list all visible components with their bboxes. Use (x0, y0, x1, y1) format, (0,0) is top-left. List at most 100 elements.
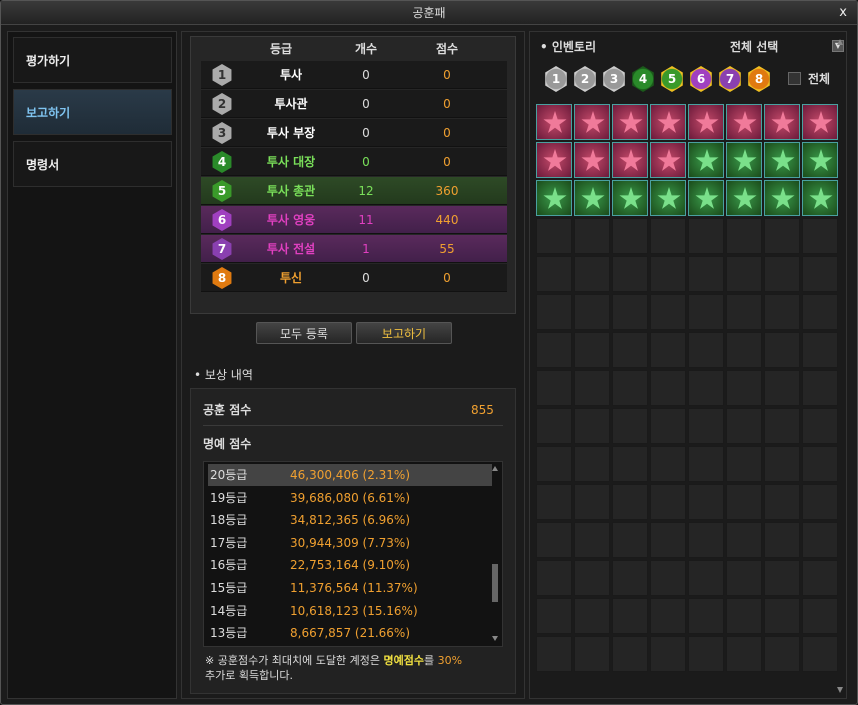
inventory-slot[interactable] (688, 598, 724, 634)
rank-list-item[interactable]: 16등급 22,753,164 (9.10%) (208, 554, 492, 576)
inventory-slot[interactable] (574, 560, 610, 596)
inventory-slot[interactable] (650, 142, 686, 178)
inventory-slot[interactable] (536, 446, 572, 482)
register-all-button[interactable]: 모두 등록 (256, 322, 352, 344)
inventory-slot[interactable] (650, 408, 686, 444)
inventory-slot[interactable] (802, 180, 838, 216)
inventory-slot[interactable] (536, 484, 572, 520)
inventory-slot[interactable] (536, 218, 572, 254)
filter-grade-4-icon[interactable]: 4 (632, 66, 654, 92)
rank-list-item[interactable]: 17등급 30,944,309 (7.73%) (208, 532, 492, 554)
inventory-slot[interactable] (574, 484, 610, 520)
inventory-slot[interactable] (612, 522, 648, 558)
inventory-slot[interactable] (574, 446, 610, 482)
inventory-slot[interactable] (612, 332, 648, 368)
inventory-slot[interactable] (726, 142, 762, 178)
inventory-slot[interactable] (536, 180, 572, 216)
inventory-slot[interactable] (688, 256, 724, 292)
filter-grade-6-icon[interactable]: 6 (690, 66, 712, 92)
rank-list-item[interactable]: 14등급 10,618,123 (15.16%) (208, 600, 492, 622)
inventory-slot[interactable] (612, 180, 648, 216)
inventory-slot[interactable] (650, 180, 686, 216)
inventory-slot[interactable] (612, 104, 648, 140)
inventory-slot[interactable] (574, 370, 610, 406)
inventory-slot[interactable] (574, 218, 610, 254)
inventory-slot[interactable] (726, 370, 762, 406)
inventory-slot[interactable] (650, 332, 686, 368)
inventory-slot[interactable] (688, 142, 724, 178)
rank-list-item[interactable]: 13등급 8,667,857 (21.66%) (208, 622, 492, 644)
inventory-slot[interactable] (764, 180, 800, 216)
inventory-slot[interactable] (574, 104, 610, 140)
inventory-slot[interactable] (612, 256, 648, 292)
inventory-slot[interactable] (802, 598, 838, 634)
inventory-slot[interactable] (612, 370, 648, 406)
inventory-slot[interactable] (726, 598, 762, 634)
inventory-slot[interactable] (764, 522, 800, 558)
rank-list-item[interactable]: 18등급 34,812,365 (6.96%) (208, 509, 492, 531)
inventory-slot[interactable] (612, 636, 648, 672)
inventory-slot[interactable] (574, 256, 610, 292)
inventory-slot[interactable] (574, 636, 610, 672)
nav-report[interactable]: 보고하기 (13, 89, 172, 135)
filter-grade-5-icon[interactable]: 5 (661, 66, 683, 92)
inventory-slot[interactable] (726, 484, 762, 520)
inventory-slot[interactable] (536, 560, 572, 596)
inventory-slot[interactable] (612, 560, 648, 596)
inventory-slot[interactable] (612, 484, 648, 520)
list-scrollbar[interactable] (490, 464, 500, 644)
honor-rank-list[interactable]: 20등급 46,300,406 (2.31%) 19등급 39,686,080 (6.… (203, 461, 503, 647)
inventory-slot[interactable] (612, 408, 648, 444)
inventory-slot[interactable] (802, 636, 838, 672)
inventory-slot[interactable] (574, 332, 610, 368)
inventory-slot[interactable] (650, 636, 686, 672)
inventory-slot[interactable] (650, 446, 686, 482)
inventory-slot[interactable] (688, 484, 724, 520)
inventory-slot[interactable] (802, 370, 838, 406)
select-all-dropdown[interactable]: 전체 선택 (730, 38, 778, 55)
filter-grade-2-icon[interactable]: 2 (574, 66, 596, 92)
inventory-slot[interactable] (536, 142, 572, 178)
inventory-slot[interactable] (574, 408, 610, 444)
inventory-slot[interactable] (536, 370, 572, 406)
nav-orders[interactable]: 명령서 (13, 141, 172, 187)
inventory-slot[interactable] (650, 484, 686, 520)
inventory-slot[interactable] (764, 142, 800, 178)
inventory-slot[interactable] (764, 598, 800, 634)
inventory-slot[interactable] (726, 636, 762, 672)
inventory-slot[interactable] (802, 408, 838, 444)
filter-grade-3-icon[interactable]: 3 (603, 66, 625, 92)
inventory-slot[interactable] (688, 522, 724, 558)
inventory-slot[interactable] (764, 408, 800, 444)
inventory-slot[interactable] (574, 294, 610, 330)
inventory-slot[interactable] (612, 598, 648, 634)
inventory-slot[interactable] (726, 180, 762, 216)
inventory-slot[interactable] (726, 332, 762, 368)
inventory-slot[interactable] (802, 294, 838, 330)
inventory-slot[interactable] (536, 256, 572, 292)
inventory-slot[interactable] (802, 484, 838, 520)
inventory-slot[interactable] (688, 636, 724, 672)
inventory-slot[interactable] (764, 256, 800, 292)
inventory-slot[interactable] (764, 484, 800, 520)
inventory-scrollbar[interactable] (835, 37, 845, 697)
inventory-slot[interactable] (536, 598, 572, 634)
inventory-slot[interactable] (650, 598, 686, 634)
inventory-slot[interactable] (726, 522, 762, 558)
inventory-slot[interactable] (688, 332, 724, 368)
inventory-slot[interactable] (574, 522, 610, 558)
inventory-slot[interactable] (688, 218, 724, 254)
inventory-slot[interactable] (726, 218, 762, 254)
inventory-slot[interactable] (650, 370, 686, 406)
inventory-slot[interactable] (726, 560, 762, 596)
inventory-slot[interactable] (802, 446, 838, 482)
rank-list-item[interactable]: 20등급 46,300,406 (2.31%) (208, 464, 492, 486)
inventory-slot[interactable] (764, 636, 800, 672)
inventory-slot[interactable] (764, 294, 800, 330)
filter-grade-1-icon[interactable]: 1 (545, 66, 567, 92)
inventory-slot[interactable] (726, 256, 762, 292)
inventory-slot[interactable] (688, 446, 724, 482)
inventory-slot[interactable] (688, 294, 724, 330)
inventory-slot[interactable] (764, 218, 800, 254)
inventory-slot[interactable] (802, 522, 838, 558)
